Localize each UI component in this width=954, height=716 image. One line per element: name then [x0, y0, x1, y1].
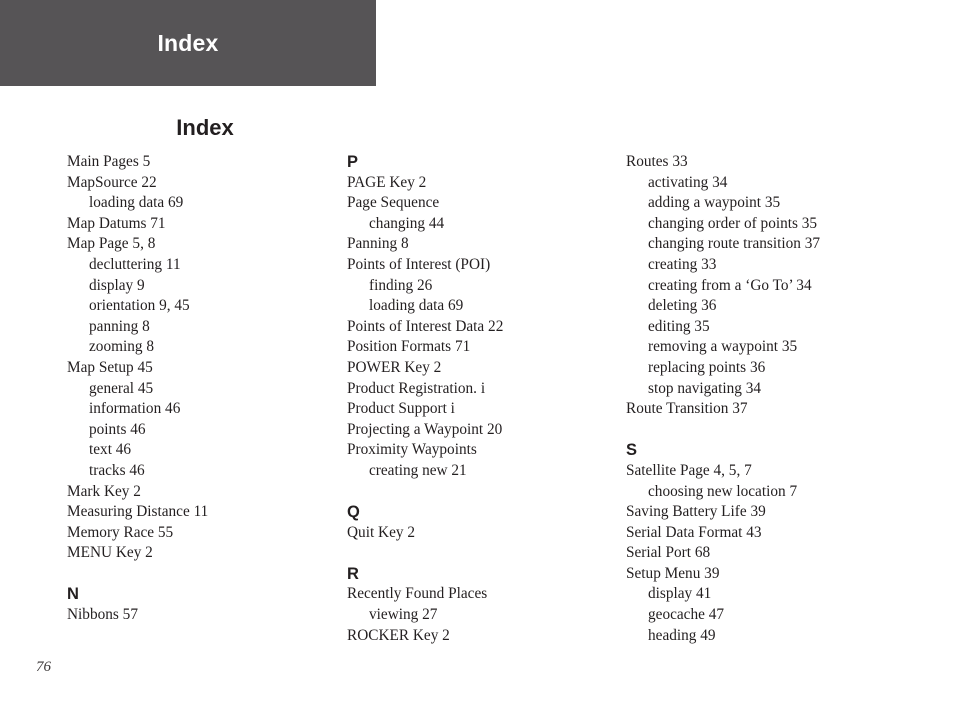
- index-entry: Proximity Waypoints: [347, 441, 477, 459]
- index-entry: Quit Key 2: [347, 523, 415, 541]
- index-subentry: information 46: [89, 400, 181, 418]
- index-entry: ROCKER Key 2: [347, 626, 450, 644]
- index-entry: Map Page 5, 8: [67, 235, 156, 253]
- index-entry: Points of Interest Data 22: [347, 317, 504, 335]
- index-entry: Points of Interest (POI): [347, 255, 491, 273]
- index-entry: POWER Key 2: [347, 358, 442, 376]
- index-section-letter: Q: [347, 503, 360, 522]
- index-entry: Saving Battery Life 39: [626, 503, 766, 521]
- page-number: 76: [36, 659, 51, 675]
- index-section-letter: N: [67, 585, 79, 604]
- chapter-banner: Index: [0, 0, 376, 86]
- index-section-letter: P: [347, 153, 359, 171]
- index-subentry: heading 49: [648, 626, 716, 644]
- index-subentry: creating 33: [648, 255, 717, 273]
- index-subentry: text 46: [89, 441, 132, 459]
- index-entry: Routes 33: [626, 153, 688, 170]
- index-subentry: replacing points 36: [648, 358, 766, 376]
- index-entry: Route Transition 37: [626, 400, 748, 418]
- index-subentry: editing 35: [648, 317, 710, 335]
- index-subentry: activating 34: [648, 173, 728, 191]
- index-subentry: panning 8: [89, 317, 150, 335]
- index-entry: Map Setup 45: [67, 358, 153, 376]
- index-entry: Projecting a Waypoint 20: [347, 420, 503, 438]
- page-title: Index: [176, 115, 234, 140]
- index-entry: Satellite Page 4, 5, 7: [626, 461, 752, 479]
- index-entry: Memory Race 55: [67, 523, 174, 541]
- index-entry: MapSource 22: [67, 173, 157, 191]
- chapter-banner-title: Index: [157, 30, 219, 56]
- index-subentry: choosing new location 7: [648, 482, 798, 500]
- index-subentry: creating from a ‘Go To’ 34: [648, 276, 812, 294]
- index-subentry: display 9: [89, 276, 145, 294]
- index-entry: Product Support i: [347, 400, 455, 418]
- index-entry: Nibbons 57: [67, 606, 138, 624]
- index-subentry: removing a waypoint 35: [648, 338, 798, 356]
- index-entry: Position Formats 71: [347, 338, 471, 356]
- index-subentry: changing order of points 35: [648, 214, 818, 232]
- index-entry: Recently Found Places: [347, 585, 488, 603]
- index-column-1: Main Pages 5 MapSource 22 loading data 69 M…: [67, 152, 332, 626]
- index-subentry: decluttering 11: [89, 255, 181, 273]
- index-subentry: zooming 8: [89, 338, 155, 356]
- index-subentry: finding 26: [369, 276, 433, 294]
- index-subentry: changing route transition 37: [648, 235, 821, 253]
- index-subentry: loading data 69: [89, 194, 184, 212]
- index-entry: Measuring Distance 11: [67, 503, 209, 521]
- index-subentry: deleting 36: [648, 297, 717, 315]
- index-entry: Serial Data Format 43: [626, 523, 762, 541]
- index-entry: Panning 8: [347, 235, 409, 253]
- index-entry: Product Registration. i: [347, 379, 486, 397]
- index-column-2: P PAGE Key 2 Page Sequence changing 44 Panni…: [347, 152, 612, 646]
- index-subentry: adding a waypoint 35: [648, 194, 781, 212]
- index-subentry: changing 44: [369, 214, 445, 232]
- index-entry: PAGE Key 2: [347, 173, 427, 191]
- index-subentry: points 46: [89, 420, 146, 438]
- index-subentry: creating new 21: [369, 461, 467, 479]
- index-subentry: loading data 69: [369, 297, 464, 315]
- index-section-letter: R: [347, 564, 359, 583]
- index-subentry: tracks 46: [89, 461, 145, 479]
- index-subentry: display 41: [648, 585, 712, 603]
- index-columns: Main Pages 5 MapSource 22 loading data 69 M…: [0, 152, 954, 652]
- index-subentry: stop navigating 34: [648, 379, 762, 397]
- index-entry: Page Sequence: [347, 194, 440, 212]
- index-subentry: geocache 47: [648, 606, 725, 624]
- index-entry: Serial Port 68: [626, 544, 711, 562]
- index-entry: Mark Key 2: [67, 482, 141, 500]
- index-entry: Setup Menu 39: [626, 564, 720, 582]
- index-subentry: orientation 9, 45: [89, 297, 190, 315]
- index-column-3: Routes 33 activating 34 adding a waypoint …: [626, 152, 926, 646]
- index-subentry: general 45: [89, 379, 154, 397]
- index-section-letter: S: [626, 441, 638, 460]
- index-entry: MENU Key 2: [67, 544, 153, 562]
- index-entry: Main Pages 5: [67, 153, 151, 170]
- index-subentry: viewing 27: [369, 606, 438, 624]
- index-entry: Map Datums 71: [67, 214, 166, 232]
